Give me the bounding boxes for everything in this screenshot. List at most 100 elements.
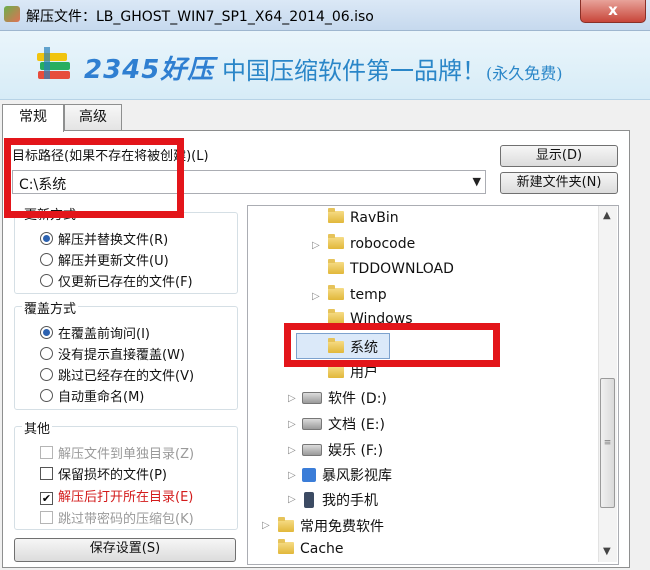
folder-icon xyxy=(328,259,344,274)
option-label: 跳过已经存在的文件(V) xyxy=(58,369,195,384)
tree-item[interactable]: RavBin xyxy=(328,208,399,226)
folder-tree[interactable] xyxy=(247,205,619,565)
checkbox-open-after-extract[interactable]: ✔ 解压后打开所在目录(E) xyxy=(40,486,193,505)
checkbox-skip-password[interactable]: 跳过带密码的压缩包(K) xyxy=(40,508,194,527)
drive-icon xyxy=(302,392,322,404)
scrollbar-thumb[interactable]: ≡ xyxy=(600,378,615,508)
expand-arrow-icon[interactable]: ▷ xyxy=(288,419,296,430)
folder-icon xyxy=(328,285,344,300)
radio-overwrite-silent[interactable]: 没有提示直接覆盖(W) xyxy=(40,344,185,363)
books-logo-icon xyxy=(37,47,70,79)
option-label: 解压并更新文件(U) xyxy=(58,254,169,269)
brand-slogan: 中国压缩软件第一品牌！(永久免费) xyxy=(222,51,563,86)
tree-item-phone[interactable]: 我的手机 xyxy=(304,490,378,510)
expand-arrow-icon[interactable]: ▷ xyxy=(312,291,320,302)
radio-ask-before-overwrite[interactable]: 在覆盖前询问(I) xyxy=(40,323,150,342)
target-path-value: C:\系统 xyxy=(19,177,67,193)
tree-item[interactable]: 用户 xyxy=(328,362,378,382)
new-folder-button[interactable]: 新建文件夹(N) xyxy=(500,172,618,194)
radio-existing-only[interactable]: 仅更新已存在的文件(F) xyxy=(40,271,193,290)
option-label: 没有提示直接覆盖(W) xyxy=(58,348,185,363)
checkbox-separate-dir[interactable]: 解压文件到单独目录(Z) xyxy=(40,443,194,462)
tree-item[interactable]: Cache xyxy=(278,539,344,557)
tab-advanced[interactable]: 高级 xyxy=(64,104,122,130)
radio-selected-icon xyxy=(40,232,53,245)
radio-icon xyxy=(40,368,53,381)
tree-item-label: 暴风影视库 xyxy=(322,468,392,484)
tree-item-label: 用户 xyxy=(350,365,378,381)
radio-icon xyxy=(40,274,53,287)
folder-icon xyxy=(328,208,344,223)
tree-item-drive[interactable]: 娱乐 (F:) xyxy=(302,440,383,460)
tree-item-label: temp xyxy=(350,287,387,303)
drive-icon xyxy=(302,444,322,456)
tree-item-label: TDDOWNLOAD xyxy=(350,261,454,277)
checkbox-icon xyxy=(40,467,53,480)
save-settings-button[interactable]: 保存设置(S) xyxy=(14,538,236,562)
checkbox-keep-broken[interactable]: 保留损坏的文件(P) xyxy=(40,464,167,483)
drive-icon xyxy=(302,418,322,430)
show-button[interactable]: 显示(D) xyxy=(500,145,618,167)
folder-icon xyxy=(328,338,344,353)
tree-item-drive[interactable]: 文档 (E:) xyxy=(302,414,385,434)
expand-arrow-icon[interactable]: ▷ xyxy=(288,494,296,505)
tree-item[interactable]: robocode xyxy=(328,234,416,252)
expand-arrow-icon[interactable]: ▷ xyxy=(288,445,296,456)
radio-auto-rename[interactable]: 自动重命名(M) xyxy=(40,386,144,405)
target-path-input[interactable]: C:\系统 ▼ xyxy=(12,170,486,194)
folder-icon xyxy=(278,517,294,532)
expand-arrow-icon[interactable]: ▷ xyxy=(288,470,296,481)
folder-icon xyxy=(328,363,344,378)
phone-icon xyxy=(304,492,314,508)
expand-arrow-icon[interactable]: ▷ xyxy=(288,393,296,404)
title-bar: 解压文件：LB_GHOST_WIN7_SP1_X64_2014_06.iso x xyxy=(0,0,650,31)
radio-icon xyxy=(40,389,53,402)
option-label: 解压并替换文件(R) xyxy=(58,233,169,248)
tree-item-label: 常用免费软件 xyxy=(300,519,384,535)
tree-item-label: robocode xyxy=(350,236,416,252)
tree-item-drive[interactable]: 软件 (D:) xyxy=(302,388,387,408)
radio-update[interactable]: 解压并更新文件(U) xyxy=(40,250,169,269)
tree-item-label: 娱乐 (F:) xyxy=(328,443,384,459)
tree-item[interactable]: Windows xyxy=(328,309,413,327)
folder-icon xyxy=(278,539,294,554)
checkbox-icon xyxy=(40,446,53,459)
chevron-down-icon[interactable]: ▼ xyxy=(473,175,481,188)
overwrite-mode-title: 覆盖方式 xyxy=(22,298,79,317)
option-label: 在覆盖前询问(I) xyxy=(58,327,150,342)
option-label: 跳过带密码的压缩包(K) xyxy=(58,512,194,527)
window-title: 解压文件：LB_GHOST_WIN7_SP1_X64_2014_06.iso xyxy=(26,9,374,25)
tree-item-label: 系统 xyxy=(350,340,378,356)
option-label: 解压后打开所在目录(E) xyxy=(58,490,194,505)
tree-item-label: 软件 (D:) xyxy=(328,391,387,407)
radio-replace[interactable]: 解压并替换文件(R) xyxy=(40,229,168,248)
radio-skip-existing[interactable]: 跳过已经存在的文件(V) xyxy=(40,365,194,384)
radio-selected-icon xyxy=(40,326,53,339)
target-path-label: 目标路径(如果不存在将被创建)(L) xyxy=(12,149,209,164)
tab-general[interactable]: 常规 xyxy=(2,104,64,132)
brand-logo-text: 2345好压 xyxy=(84,55,215,85)
scroll-down-icon[interactable]: ▼ xyxy=(603,546,611,557)
tree-item[interactable]: temp xyxy=(328,285,387,303)
close-button[interactable]: x xyxy=(580,0,646,23)
slogan-small: (永久免费) xyxy=(486,64,563,83)
tree-item[interactable]: 常用免费软件 xyxy=(278,516,384,536)
slogan-main: 中国压缩软件第一品牌！ xyxy=(222,57,486,85)
option-label: 解压文件到单独目录(Z) xyxy=(58,447,195,462)
tree-item[interactable]: TDDOWNLOAD xyxy=(328,259,454,277)
tree-item-selected[interactable]: 系统 xyxy=(328,337,378,357)
tree-item-label: RavBin xyxy=(350,210,399,226)
checkbox-icon xyxy=(40,511,53,524)
expand-arrow-icon[interactable]: ▷ xyxy=(312,240,320,251)
tree-item-label: Cache xyxy=(300,541,344,557)
scroll-up-icon[interactable]: ▲ xyxy=(603,210,611,221)
tree-scrollbar[interactable]: ▲ ≡ ▼ xyxy=(598,206,617,562)
radio-icon xyxy=(40,253,53,266)
app-icon xyxy=(4,6,20,22)
tree-item-label: 文档 (E:) xyxy=(328,417,385,433)
option-label: 自动重命名(M) xyxy=(58,390,145,405)
expand-arrow-icon[interactable]: ▷ xyxy=(262,520,270,531)
tree-item-library[interactable]: 暴风影视库 xyxy=(302,465,392,485)
checkmark-icon: ✔ xyxy=(40,492,53,505)
tree-item-label: Windows xyxy=(350,311,413,327)
